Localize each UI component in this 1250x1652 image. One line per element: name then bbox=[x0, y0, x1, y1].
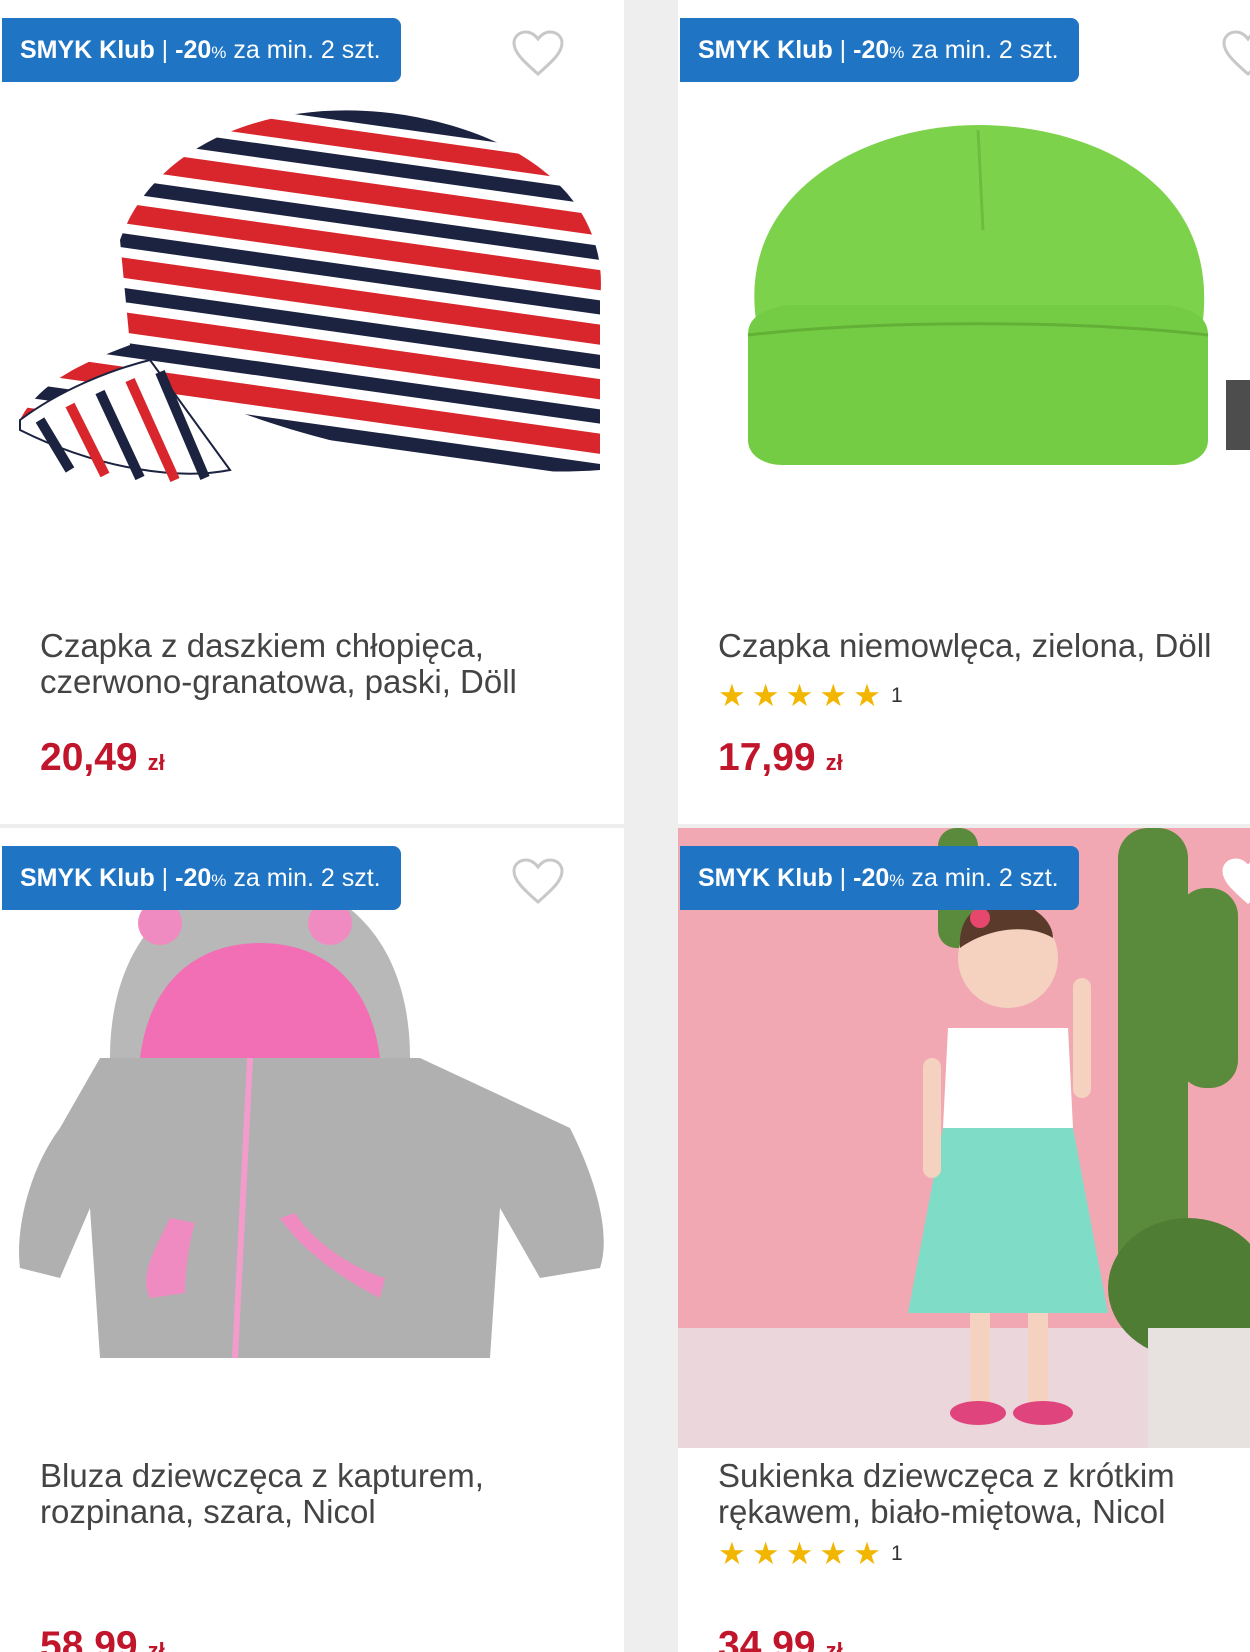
product-title[interactable]: Czapka niemowlęca, zielona, Döll bbox=[718, 628, 1250, 664]
product-title-line: Czapka niemowlęca, zielona, Döll bbox=[718, 627, 1212, 664]
badge-club-name: SMYK Klub bbox=[698, 864, 833, 892]
product-title-line: rozpinana, szara, Nicol bbox=[40, 1493, 376, 1530]
badge-percent: % bbox=[889, 43, 905, 62]
heart-icon[interactable] bbox=[512, 858, 564, 906]
price-value: 34,99 bbox=[718, 1624, 816, 1652]
product-card[interactable]: SMYK Klub | -20% za min. 2 szt. Bluza dz… bbox=[0, 828, 624, 1652]
product-image-striped-cap[interactable] bbox=[0, 0, 624, 824]
badge-separator: | bbox=[161, 36, 169, 64]
smyk-klub-promo-badge[interactable]: SMYK Klub | -20% za min. 2 szt. bbox=[2, 18, 401, 82]
product-card[interactable]: SMYK Klub | -20% za min. 2 szt. Czapka z… bbox=[0, 0, 624, 824]
product-title-line: Sukienka dziewczęca z krótkim bbox=[718, 1457, 1175, 1494]
product-title[interactable]: Czapka z daszkiem chłopięca, czerwono-gr… bbox=[40, 628, 600, 700]
rating-count: 1 bbox=[890, 1542, 903, 1565]
product-price: 17,99 zł bbox=[718, 736, 843, 780]
badge-separator: | bbox=[161, 864, 169, 892]
product-title-line: Bluza dziewczęca z kapturem, bbox=[40, 1457, 484, 1494]
smyk-klub-promo-badge[interactable]: SMYK Klub | -20% za min. 2 szt. bbox=[680, 846, 1079, 910]
smyk-klub-promo-badge[interactable]: SMYK Klub | -20% za min. 2 szt. bbox=[2, 846, 401, 910]
product-card[interactable]: SMYK Klub | -20% za min. 2 szt. Sukienka… bbox=[678, 828, 1250, 1652]
price-currency: zł bbox=[825, 750, 843, 775]
product-title[interactable]: Sukienka dziewczęca z krótkim rękawem, b… bbox=[718, 1458, 1250, 1530]
price-value: 20,49 bbox=[40, 736, 138, 779]
rating-stars: ★★★★★ 1 bbox=[718, 1536, 903, 1571]
badge-condition: za min. 2 szt. bbox=[911, 36, 1059, 64]
heart-icon[interactable] bbox=[1222, 858, 1250, 906]
badge-condition: za min. 2 szt. bbox=[911, 864, 1059, 892]
badge-discount: -20 bbox=[853, 36, 890, 64]
badge-condition: za min. 2 szt. bbox=[233, 864, 381, 892]
heart-icon[interactable] bbox=[512, 30, 564, 78]
star-icon: ★★★★★ bbox=[718, 1536, 887, 1571]
badge-discount: -20 bbox=[175, 864, 212, 892]
product-price: 20,49 zł bbox=[40, 736, 165, 780]
rating-stars: ★★★★★ 1 bbox=[718, 678, 903, 713]
product-title[interactable]: Bluza dziewczęca z kapturem, rozpinana, … bbox=[40, 1458, 600, 1530]
badge-condition: za min. 2 szt. bbox=[233, 36, 381, 64]
badge-club-name: SMYK Klub bbox=[698, 36, 833, 64]
badge-separator: | bbox=[839, 36, 847, 64]
badge-percent: % bbox=[889, 871, 905, 890]
star-icon: ★★★★★ bbox=[718, 678, 887, 713]
smyk-klub-promo-badge[interactable]: SMYK Klub | -20% za min. 2 szt. bbox=[680, 18, 1079, 82]
price-value: 58,99 bbox=[40, 1624, 138, 1652]
product-title-line: Czapka z daszkiem chłopięca, bbox=[40, 627, 484, 664]
badge-percent: % bbox=[211, 871, 227, 890]
badge-discount: -20 bbox=[853, 864, 890, 892]
product-title-line: czerwono-granatowa, paski, Döll bbox=[40, 663, 517, 700]
product-price: 34,99 zł bbox=[718, 1624, 843, 1652]
price-currency: zł bbox=[825, 1638, 843, 1652]
product-price: 58,99 zł bbox=[40, 1624, 165, 1652]
badge-club-name: SMYK Klub bbox=[20, 36, 155, 64]
heart-icon[interactable] bbox=[1222, 30, 1250, 78]
product-title-line: rękawem, biało-miętowa, Nicol bbox=[718, 1493, 1166, 1530]
badge-separator: | bbox=[839, 864, 847, 892]
price-currency: zł bbox=[147, 750, 165, 775]
product-card[interactable]: SMYK Klub | -20% za min. 2 szt. Czapka n… bbox=[678, 0, 1250, 824]
badge-percent: % bbox=[211, 43, 227, 62]
rating-count: 1 bbox=[890, 684, 903, 707]
price-value: 17,99 bbox=[718, 736, 816, 779]
price-currency: zł bbox=[147, 1638, 165, 1652]
badge-discount: -20 bbox=[175, 36, 212, 64]
badge-club-name: SMYK Klub bbox=[20, 864, 155, 892]
